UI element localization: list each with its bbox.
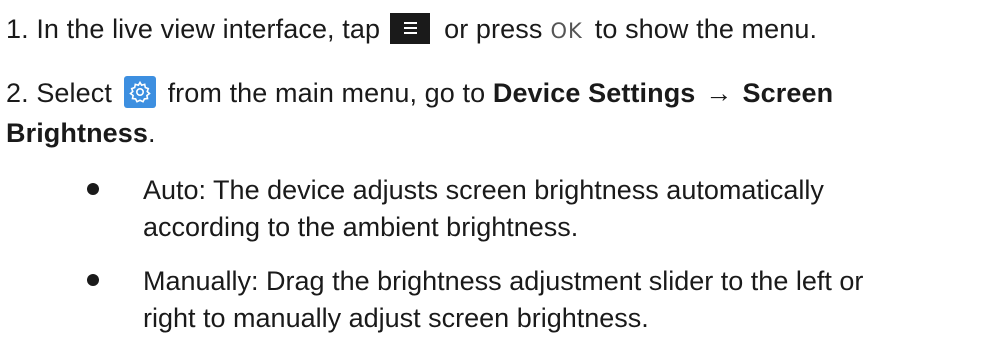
step-2-continued: Brightness. <box>6 116 156 150</box>
menu-path-device-settings: Device Settings <box>492 78 696 108</box>
menu-path-brightness: Brightness <box>6 118 149 148</box>
step-2: 2. Select from the main menu, go to Devi… <box>6 76 833 110</box>
step-1: 1. In the live view interface, tap or pre… <box>6 12 817 48</box>
ok-button-icon: OK <box>550 19 583 43</box>
step-2-middle: from the main menu, go to <box>167 78 486 108</box>
arrow-right-icon: → <box>705 78 733 108</box>
instruction-document: 1. In the live view interface, tap or pre… <box>0 0 1007 363</box>
menu-path-screen: Screen <box>742 78 834 108</box>
menu-icon <box>390 13 431 44</box>
bullet-line: right to manually adjust screen brightne… <box>143 303 649 333</box>
step-1-middle: or press <box>444 14 543 44</box>
bullet-line: Auto: The device adjusts screen brightne… <box>143 175 824 205</box>
step-2-prefix: 2. Select <box>6 78 112 108</box>
step-2-suffix: . <box>148 118 156 148</box>
bullet-text-auto: Auto: The device adjusts screen brightne… <box>143 172 1003 246</box>
step-1-prefix: 1. In the live view interface, tap <box>6 14 381 44</box>
bullet-icon <box>87 274 99 286</box>
bullet-icon <box>87 183 99 195</box>
bullet-line: Manually: Drag the brightness adjustment… <box>143 266 864 296</box>
bullet-text-manually: Manually: Drag the brightness adjustment… <box>143 263 1003 337</box>
gear-icon <box>123 76 156 108</box>
bullet-line: according to the ambient brightness. <box>143 212 579 242</box>
step-1-suffix: to show the menu. <box>594 14 818 44</box>
